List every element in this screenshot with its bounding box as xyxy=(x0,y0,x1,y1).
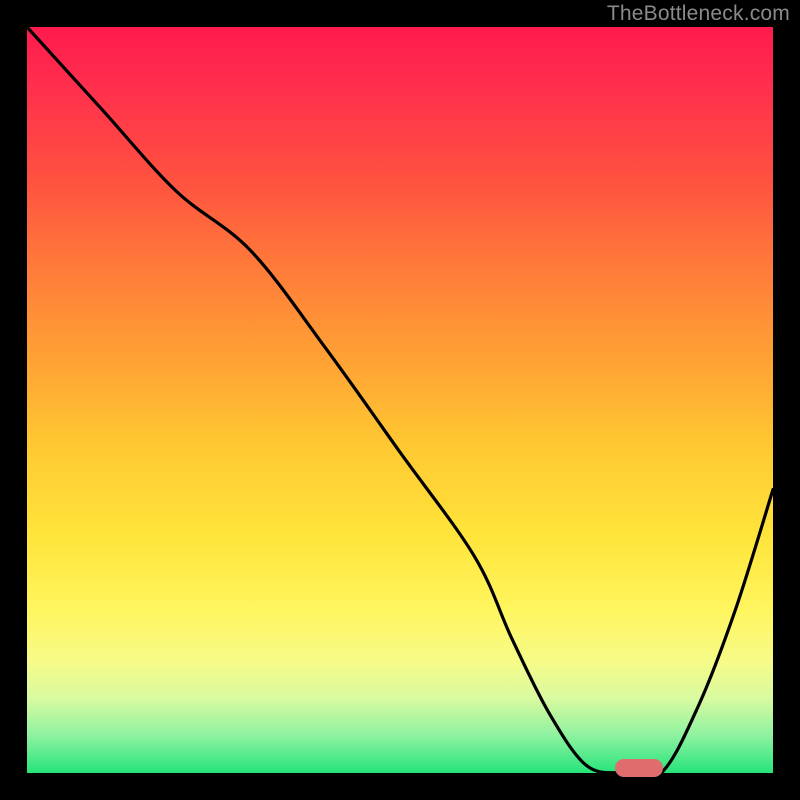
plot-area xyxy=(27,27,773,773)
chart-frame: TheBottleneck.com xyxy=(0,0,800,800)
bottleneck-curve xyxy=(27,27,773,773)
optimal-marker xyxy=(615,759,663,777)
watermark-text: TheBottleneck.com xyxy=(607,2,790,26)
